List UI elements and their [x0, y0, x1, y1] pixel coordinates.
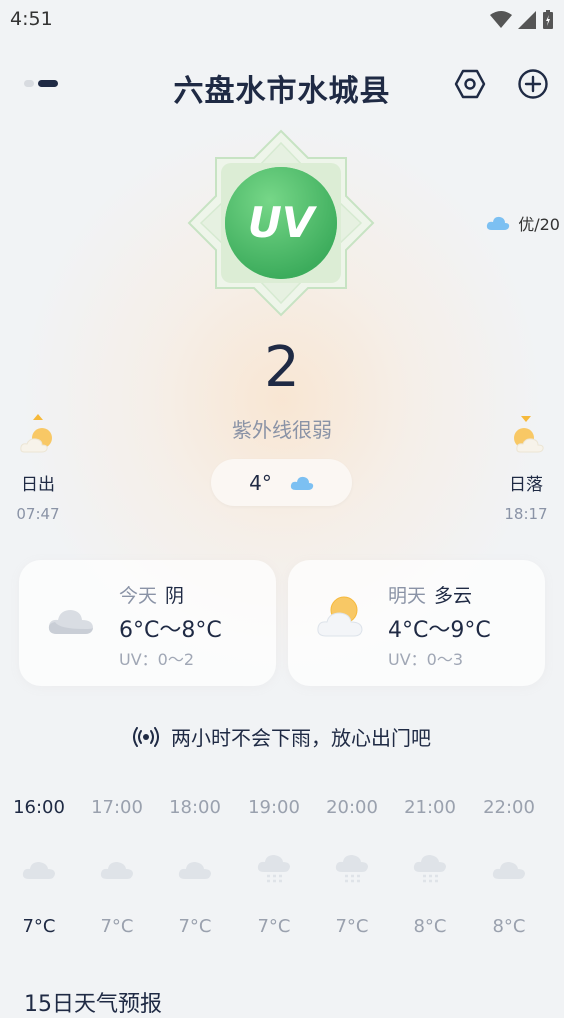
hourly-item[interactable]: 19:00 7°C: [235, 790, 313, 942]
hour-temp: 7°C: [335, 916, 369, 937]
cloud-icon: [492, 862, 525, 879]
hour-time: 19:00: [248, 797, 300, 818]
header: 六盘水市水城县: [0, 60, 564, 112]
today-range: 6°C～8°C: [119, 618, 222, 643]
sunrise-time: 07:47: [16, 505, 60, 523]
air-quality[interactable]: 优/20: [486, 211, 560, 235]
snow-cloud-icon: [413, 855, 446, 883]
hour-temp: 8°C: [492, 916, 526, 937]
uv-description: 紫外线很弱: [232, 418, 332, 442]
hour-time: 20:00: [326, 797, 378, 818]
today-day: 今天: [119, 585, 158, 607]
hourly-item[interactable]: 22:00 8°C: [470, 790, 548, 942]
hourly-item[interactable]: 20:00 7°C: [313, 790, 391, 942]
today-label: 今天阴: [119, 581, 184, 608]
status-icons: [490, 10, 554, 30]
today-uv: UV：0～2: [119, 650, 195, 669]
hourly-item[interactable]: 17:00 7°C: [78, 790, 156, 942]
broadcast-icon: [133, 726, 159, 747]
overcast-cloud-icon: [47, 602, 95, 640]
hour-temp: 7°C: [257, 916, 291, 937]
hourly-forecast[interactable]: 16:00 7°C 17:00 7°C 18:00 7°C 19:00 7°C …: [0, 790, 564, 960]
hour-temp: 8°C: [413, 916, 447, 937]
hour-time: 18:00: [169, 797, 221, 818]
tomorrow-card[interactable]: 明天 多云 4°C～9°C UV：0～3: [288, 560, 545, 686]
snow-cloud-icon: [257, 855, 290, 883]
today-card[interactable]: 今天阴 6°C～8°C UV：0～2: [19, 560, 276, 686]
current-temp-pill[interactable]: 4°: [211, 459, 352, 506]
uv-badge: UV: [186, 128, 376, 318]
add-city-button[interactable]: [515, 66, 551, 102]
hourly-item[interactable]: 21:00 8°C: [391, 790, 469, 942]
hour-time: 21:00: [404, 797, 456, 818]
tomorrow-range: 4°C～9°C: [388, 618, 491, 643]
uv-badge-graphic: UV: [187, 129, 375, 317]
tomorrow-label: 明天 多云: [388, 581, 472, 608]
sunrise-icon: [20, 414, 52, 453]
hour-time: 17:00: [91, 797, 143, 818]
forecast-title[interactable]: 15日天气预报: [24, 986, 162, 1018]
sunset-label: 日落: [509, 475, 543, 495]
snow-cloud-icon: [335, 855, 368, 883]
sunset: 日落 18:17: [496, 412, 556, 523]
uv-value: 2: [264, 335, 300, 400]
sunset-time: 18:17: [504, 505, 548, 523]
cloud-icon: [100, 862, 133, 879]
uv-badge-label: UV: [248, 198, 318, 247]
today-condition: 阴: [165, 585, 185, 607]
hour-temp: 7°C: [100, 916, 134, 937]
cloud-icon: [22, 862, 55, 879]
tomorrow-uv: UV：0～3: [388, 650, 464, 669]
status-bar: 4:51: [10, 8, 554, 34]
hourly-item[interactable]: 16:00 7°C: [0, 790, 78, 942]
sunrise: 日出 07:47: [8, 412, 68, 523]
air-quality-label: 优/20: [518, 215, 560, 234]
current-temp: 4°: [249, 470, 272, 495]
tomorrow-day: 明天: [388, 585, 427, 607]
signal-icon: [518, 11, 536, 29]
cloud-icon: [290, 476, 314, 490]
settings-hexagon-icon: [454, 69, 486, 99]
add-circle-icon: [518, 69, 548, 99]
rain-notice-text: 两小时不会下雨，放心出门吧: [171, 726, 431, 750]
settings-button[interactable]: [452, 66, 488, 102]
hour-temp: 7°C: [178, 916, 212, 937]
hour-temp: 7°C: [22, 916, 56, 937]
cloud-icon: [178, 862, 211, 879]
hour-time: 22:00: [483, 797, 535, 818]
tomorrow-condition: 多云: [434, 585, 473, 607]
rain-notice[interactable]: 两小时不会下雨，放心出门吧: [0, 722, 564, 751]
sunrise-label: 日出: [21, 475, 55, 495]
sunset-icon: [514, 416, 544, 453]
hour-time: 16:00: [13, 797, 65, 818]
wifi-icon: [490, 11, 512, 28]
cloud-icon: [487, 216, 510, 230]
partly-cloudy-icon: [316, 596, 366, 642]
status-time: 4:51: [10, 8, 53, 30]
battery-icon: [543, 10, 553, 29]
hourly-item[interactable]: 18:00 7°C: [156, 790, 234, 942]
